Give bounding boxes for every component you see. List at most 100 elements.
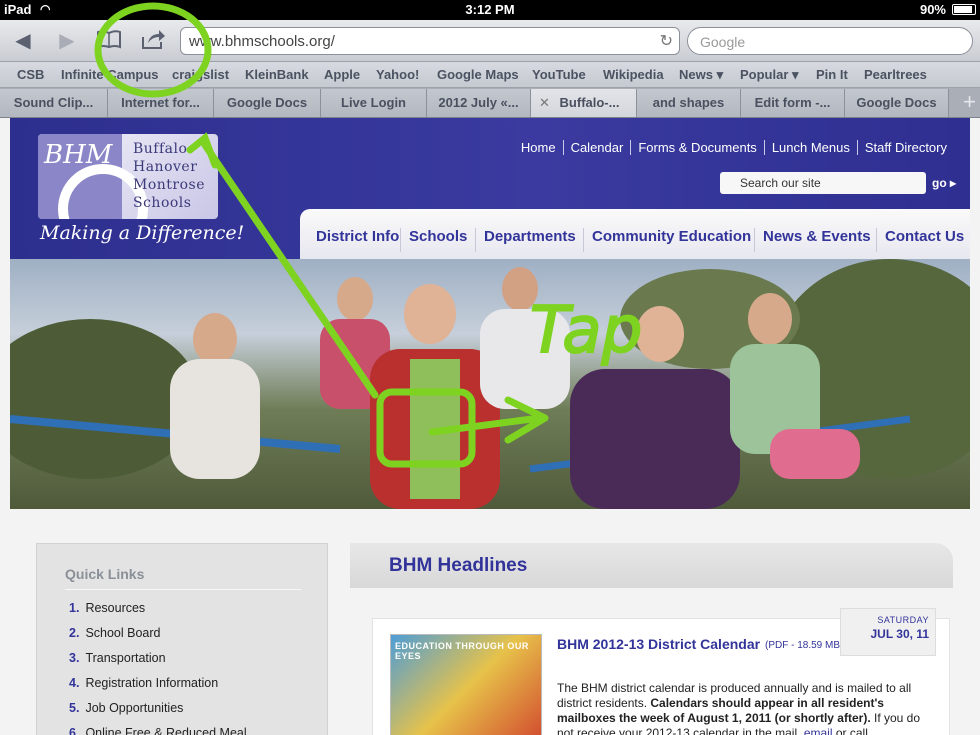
logo-line: Hanover xyxy=(133,159,198,175)
thumbnail-caption: EDUCATION THROUGH OUR EYES xyxy=(395,641,529,661)
quick-link-item[interactable]: 6. Online Free & Reduced Meal xyxy=(69,726,247,735)
bookmark-item[interactable]: Pearltrees xyxy=(864,67,927,82)
nav-departments[interactable]: Departments xyxy=(475,228,576,252)
site-logo[interactable]: BHM Buffalo Hanover Montrose Schools xyxy=(38,134,218,219)
quick-link-item[interactable]: 3. Transportation xyxy=(69,651,166,665)
quick-link-label: Resources xyxy=(85,601,146,615)
list-number: 4. xyxy=(69,676,80,690)
quick-link-label: Online Free & Reduced Meal xyxy=(85,726,247,735)
clock: 3:12 PM xyxy=(465,2,515,17)
bookmark-item[interactable]: YouTube xyxy=(532,67,586,82)
site-header: BHM Buffalo Hanover Montrose Schools Mak… xyxy=(10,118,970,259)
quick-link-item[interactable]: 1. Resources xyxy=(69,601,145,615)
browser-tab[interactable]: Sound Clip... xyxy=(0,89,108,117)
battery-percentage: 90% xyxy=(919,2,946,17)
bookmark-item[interactable]: CSB xyxy=(17,67,44,82)
browser-tab[interactable]: Google Docs xyxy=(214,89,321,117)
address-bar[interactable]: www.bhmschools.org/ ↻ xyxy=(180,27,680,55)
quick-link-label: Job Opportunities xyxy=(85,701,184,715)
bookmark-item[interactable]: Apple xyxy=(324,67,360,82)
logo-line: Montrose xyxy=(133,177,205,193)
browser-tab[interactable]: Google Docs xyxy=(845,89,949,117)
share-arrow-icon xyxy=(142,30,165,49)
bookmark-folder-popular[interactable]: Popular ▾ xyxy=(740,67,799,83)
logo-name: Buffalo Hanover Montrose Schools xyxy=(133,140,205,212)
article-thumbnail[interactable]: EDUCATION THROUGH OUR EYES xyxy=(390,634,542,735)
quick-link-item[interactable]: 2. School Board xyxy=(69,626,161,640)
quick-link-label: School Board xyxy=(85,626,161,640)
browser-tab[interactable]: Live Login xyxy=(321,89,427,117)
site-tagline: Making a Difference! xyxy=(40,222,245,244)
link-calendar[interactable]: Calendar xyxy=(562,140,631,155)
quick-links-panel: Quick Links 1. Resources 2. School Board 3… xyxy=(36,543,328,735)
article-body: The BHM district calendar is produced an… xyxy=(557,681,927,735)
nav-community-education[interactable]: Community Education xyxy=(583,228,751,252)
article-meta: (PDF - 18.59 MB) xyxy=(765,640,844,651)
main-navigation: District Info Schools Departments Commun… xyxy=(300,209,970,259)
status-bar: iPad ◠ 3:12 PM 90% xyxy=(0,0,980,20)
site-search-input[interactable]: Search our site xyxy=(720,172,926,194)
quick-link-label: Transportation xyxy=(85,651,166,665)
date-value: JUL 30, 11 xyxy=(870,627,930,641)
back-arrow-icon[interactable]: ◀ xyxy=(8,28,38,54)
nav-news-events[interactable]: News & Events xyxy=(754,228,871,252)
browser-tab[interactable]: 2012 July «... xyxy=(427,89,531,117)
url-text: www.bhmschools.org/ xyxy=(189,33,335,50)
reload-icon[interactable]: ↻ xyxy=(660,31,673,51)
bookmark-item[interactable]: KleinBank xyxy=(245,67,309,82)
list-number: 5. xyxy=(69,701,80,715)
link-lunch-menus[interactable]: Lunch Menus xyxy=(763,140,857,155)
share-icon[interactable] xyxy=(138,28,168,54)
headlines-header: BHM Headlines xyxy=(350,543,953,588)
link-home[interactable]: Home xyxy=(514,140,563,155)
nav-schools[interactable]: Schools xyxy=(400,228,467,252)
link-staff-directory[interactable]: Staff Directory xyxy=(856,140,954,155)
quick-link-item[interactable]: 5. Job Opportunities xyxy=(69,701,183,715)
bookmark-item[interactable]: Google Maps xyxy=(437,67,519,82)
quick-link-item[interactable]: 4. Registration Information xyxy=(69,676,218,690)
browser-tab[interactable]: Edit form -... xyxy=(741,89,845,117)
book-icon xyxy=(97,30,121,49)
article-title: BHM 2012-13 District Calendar xyxy=(557,636,761,652)
divider xyxy=(65,589,301,590)
logo-line: Buffalo xyxy=(133,141,188,157)
bookmark-folder-news[interactable]: News ▾ xyxy=(679,67,723,83)
browser-tab[interactable]: and shapes xyxy=(637,89,741,117)
bookmark-item[interactable]: Wikipedia xyxy=(603,67,664,82)
logo-initials: BHM xyxy=(44,140,113,170)
headlines-title: BHM Headlines xyxy=(389,555,528,576)
search-input[interactable]: Google xyxy=(687,27,973,55)
link-forms-documents[interactable]: Forms & Documents xyxy=(630,140,763,155)
tab-label: Buffalo-... xyxy=(559,95,620,110)
nav-district-info[interactable]: District Info xyxy=(308,228,399,252)
browser-tab[interactable]: Internet for... xyxy=(108,89,214,117)
go-label: go xyxy=(932,176,947,190)
bookmark-item[interactable]: Yahoo! xyxy=(376,67,419,82)
list-number: 3. xyxy=(69,651,80,665)
search-go-button[interactable]: go ▸ xyxy=(932,176,956,190)
utility-links: Home Calendar Forms & Documents Lunch Menus… xyxy=(514,140,954,155)
new-tab-plus-icon[interactable]: + xyxy=(963,89,976,115)
hero-photo xyxy=(10,259,970,509)
quick-links-title: Quick Links xyxy=(65,566,145,582)
body-text: or call xyxy=(835,726,868,735)
nav-contact-us[interactable]: Contact Us xyxy=(876,228,964,252)
article-date-badge: SATURDAY JUL 30, 11 xyxy=(840,608,936,656)
email-link[interactable]: email xyxy=(804,726,833,735)
logo-line: Schools xyxy=(133,195,192,211)
forward-arrow-icon[interactable]: ▶ xyxy=(52,28,82,54)
list-number: 2. xyxy=(69,626,80,640)
close-tab-icon[interactable]: ✕ xyxy=(539,89,550,117)
bookmarks-icon[interactable] xyxy=(94,28,124,54)
bookmark-item[interactable]: Infinite Campus xyxy=(61,67,159,82)
browser-toolbar: ◀ ▶ www.bhmschools.org/ ↻ Google xyxy=(0,20,980,62)
bookmark-item[interactable]: craigslist xyxy=(172,67,229,82)
article-title-link[interactable]: BHM 2012-13 District Calendar xyxy=(557,636,760,652)
list-number: 1. xyxy=(69,601,80,615)
logo-badge: BHM xyxy=(38,134,148,219)
browser-tab-active[interactable]: ✕ Buffalo-... xyxy=(531,89,637,117)
hero-illustration xyxy=(10,259,970,509)
web-page: BHM Buffalo Hanover Montrose Schools Mak… xyxy=(0,118,980,735)
bookmark-item[interactable]: Pin It xyxy=(816,67,848,82)
date-day: SATURDAY xyxy=(877,615,929,625)
